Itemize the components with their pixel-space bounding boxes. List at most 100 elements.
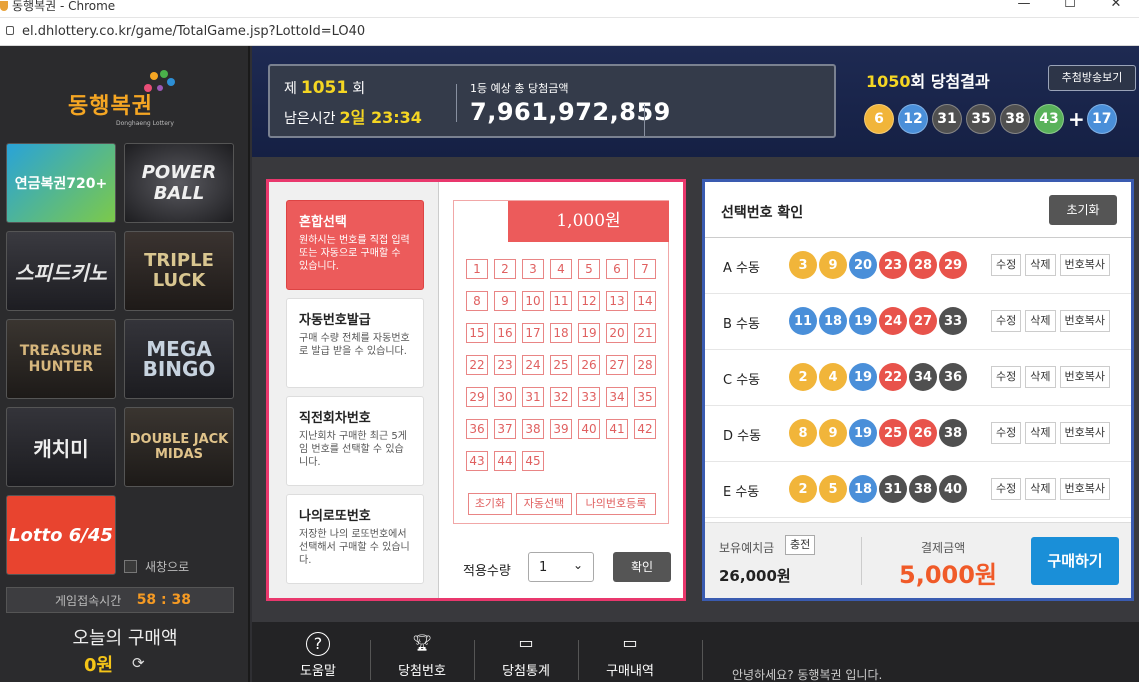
number-cell[interactable]: 24 [522, 355, 544, 375]
number-cell[interactable]: 22 [466, 355, 488, 375]
number-cell[interactable]: 45 [522, 451, 544, 471]
delete-button[interactable]: 삭제 [1025, 254, 1056, 276]
number-cell[interactable]: 16 [494, 323, 516, 343]
game-tile-doublejack[interactable]: DOUBLE JACK MIDAS [124, 407, 234, 487]
number-cell[interactable]: 26 [578, 355, 600, 375]
number-cell[interactable]: 38 [522, 419, 544, 439]
number-cell[interactable]: 17 [522, 323, 544, 343]
url-text[interactable]: el.dhlottery.co.kr/game/TotalGame.jsp?Lo… [22, 24, 365, 39]
buy-button[interactable]: 구매하기 [1031, 537, 1119, 585]
copy-button[interactable]: 번호복사 [1059, 366, 1110, 388]
number-cell[interactable]: 36 [466, 419, 488, 439]
delete-button[interactable]: 삭제 [1025, 366, 1056, 388]
game-tile-powerball[interactable]: POWER BALL [124, 143, 234, 223]
delete-button[interactable]: 삭제 [1025, 310, 1056, 332]
slip-mynumber-button[interactable]: 나의번호등록 [576, 493, 656, 515]
method-option[interactable]: 혼합선택 원하시는 번호를 직접 입력 또는 자동으로 구매할 수 있습니다. [286, 200, 424, 290]
selected-ball: 11 [789, 307, 817, 335]
method-option[interactable]: 자동번호발급 구매 수량 전체를 자동번호로 발급 받을 수 있습니다. [286, 298, 424, 388]
number-cell[interactable]: 21 [634, 323, 656, 343]
selected-ball: 38 [909, 475, 937, 503]
maximize-icon[interactable]: ☐ [1047, 0, 1093, 14]
number-cell[interactable]: 33 [578, 387, 600, 407]
address-bar[interactable]: el.dhlottery.co.kr/game/TotalGame.jsp?Lo… [0, 18, 1139, 46]
method-option[interactable]: 직전회차번호 지난회차 구매한 최근 5게임 번호를 선택할 수 있습니다. [286, 396, 424, 486]
number-cell[interactable]: 41 [606, 419, 628, 439]
number-cell[interactable]: 37 [494, 419, 516, 439]
number-cell[interactable]: 34 [606, 387, 628, 407]
number-cell[interactable]: 27 [606, 355, 628, 375]
quantity-select[interactable]: 1 ⌄ [528, 552, 594, 582]
watch-broadcast-button[interactable]: 추첨방송보기 [1048, 65, 1136, 91]
confirm-button[interactable]: 확인 [613, 552, 671, 582]
edit-button[interactable]: 수정 [991, 478, 1022, 500]
number-cell[interactable]: 32 [550, 387, 572, 407]
slip-auto-button[interactable]: 자동선택 [516, 493, 572, 515]
copy-button[interactable]: 번호복사 [1059, 478, 1110, 500]
selected-row: B 수동 11 18 19 24 27 33 수정 삭제 번호복사 [705, 294, 1131, 350]
logo[interactable]: 동행복권 Donghaeng Lottery [0, 46, 250, 138]
number-cell[interactable]: 29 [466, 387, 488, 407]
number-cell[interactable]: 10 [522, 291, 544, 311]
number-cell[interactable]: 30 [494, 387, 516, 407]
number-cell[interactable]: 2 [494, 259, 516, 279]
number-cell[interactable]: 3 [522, 259, 544, 279]
number-cell[interactable]: 23 [494, 355, 516, 375]
today-purchase-value: 0원 [84, 655, 114, 676]
number-cell[interactable]: 5 [578, 259, 600, 279]
number-cell[interactable]: 31 [522, 387, 544, 407]
copy-button[interactable]: 번호복사 [1059, 422, 1110, 444]
number-cell[interactable]: 7 [634, 259, 656, 279]
delete-button[interactable]: 삭제 [1025, 422, 1056, 444]
number-cell[interactable]: 43 [466, 451, 488, 471]
number-cell[interactable]: 14 [634, 291, 656, 311]
minimize-icon[interactable]: — [1001, 0, 1047, 14]
delete-button[interactable]: 삭제 [1025, 478, 1056, 500]
copy-button[interactable]: 번호복사 [1059, 254, 1110, 276]
number-cell[interactable]: 20 [606, 323, 628, 343]
number-cell[interactable]: 39 [550, 419, 572, 439]
checkbox-icon[interactable] [124, 560, 137, 573]
number-cell[interactable]: 44 [494, 451, 516, 471]
number-cell[interactable]: 11 [550, 291, 572, 311]
number-cell[interactable]: 18 [550, 323, 572, 343]
number-cell[interactable]: 9 [494, 291, 516, 311]
slip-reset-button[interactable]: 초기화 [468, 493, 512, 515]
game-tile-treasurehunter[interactable]: TREASURE HUNTER [6, 319, 116, 399]
charge-button[interactable]: 충전 [785, 535, 816, 555]
number-cell[interactable]: 28 [634, 355, 656, 375]
edit-button[interactable]: 수정 [991, 422, 1022, 444]
game-tile-catchme[interactable]: 캐치미 [6, 407, 116, 487]
nav-help[interactable]: ? 도움말 [268, 632, 368, 679]
copy-button[interactable]: 번호복사 [1059, 310, 1110, 332]
number-cell[interactable]: 12 [578, 291, 600, 311]
number-cell[interactable]: 35 [634, 387, 656, 407]
number-cell[interactable]: 19 [578, 323, 600, 343]
number-cell[interactable]: 25 [550, 355, 572, 375]
number-cell[interactable]: 13 [606, 291, 628, 311]
game-tile-speedkeno[interactable]: 스피드키노 [6, 231, 116, 311]
number-cell[interactable]: 1 [466, 259, 488, 279]
nav-winning-stats[interactable]: ▭ 당첨통계 [476, 632, 576, 679]
game-tile-pension720[interactable]: 연금복권720+ [6, 143, 116, 223]
game-tile-megabingo[interactable]: MEGA BINGO [124, 319, 234, 399]
number-cell[interactable]: 40 [578, 419, 600, 439]
refresh-icon[interactable]: ⟳ [132, 654, 145, 672]
game-tile-lotto645[interactable]: Lotto 6/45 [6, 495, 116, 575]
round-info-box: 제 1051 회 남은시간 2일 23:34 1등 예상 총 당첨금액 7,961,9… [268, 64, 836, 138]
close-icon[interactable]: ✕ [1093, 0, 1139, 14]
number-cell[interactable]: 42 [634, 419, 656, 439]
game-tile-tripleluck[interactable]: TRIPLE LUCK [124, 231, 234, 311]
method-option[interactable]: 나의로또번호 저장한 나의 로또번호에서 선택해서 구매할 수 있습니다. [286, 494, 424, 584]
nav-purchase-history[interactable]: ▭ 구매내역 [580, 632, 680, 679]
edit-button[interactable]: 수정 [991, 366, 1022, 388]
edit-button[interactable]: 수정 [991, 310, 1022, 332]
new-window-checkbox[interactable]: 새창으로 [124, 558, 189, 575]
number-cell[interactable]: 6 [606, 259, 628, 279]
reset-all-button[interactable]: 초기화 [1049, 195, 1117, 225]
number-cell[interactable]: 4 [550, 259, 572, 279]
nav-winning-numbers[interactable]: 🏆︎ 당첨번호 [372, 632, 472, 679]
number-cell[interactable]: 8 [466, 291, 488, 311]
edit-button[interactable]: 수정 [991, 254, 1022, 276]
number-cell[interactable]: 15 [466, 323, 488, 343]
